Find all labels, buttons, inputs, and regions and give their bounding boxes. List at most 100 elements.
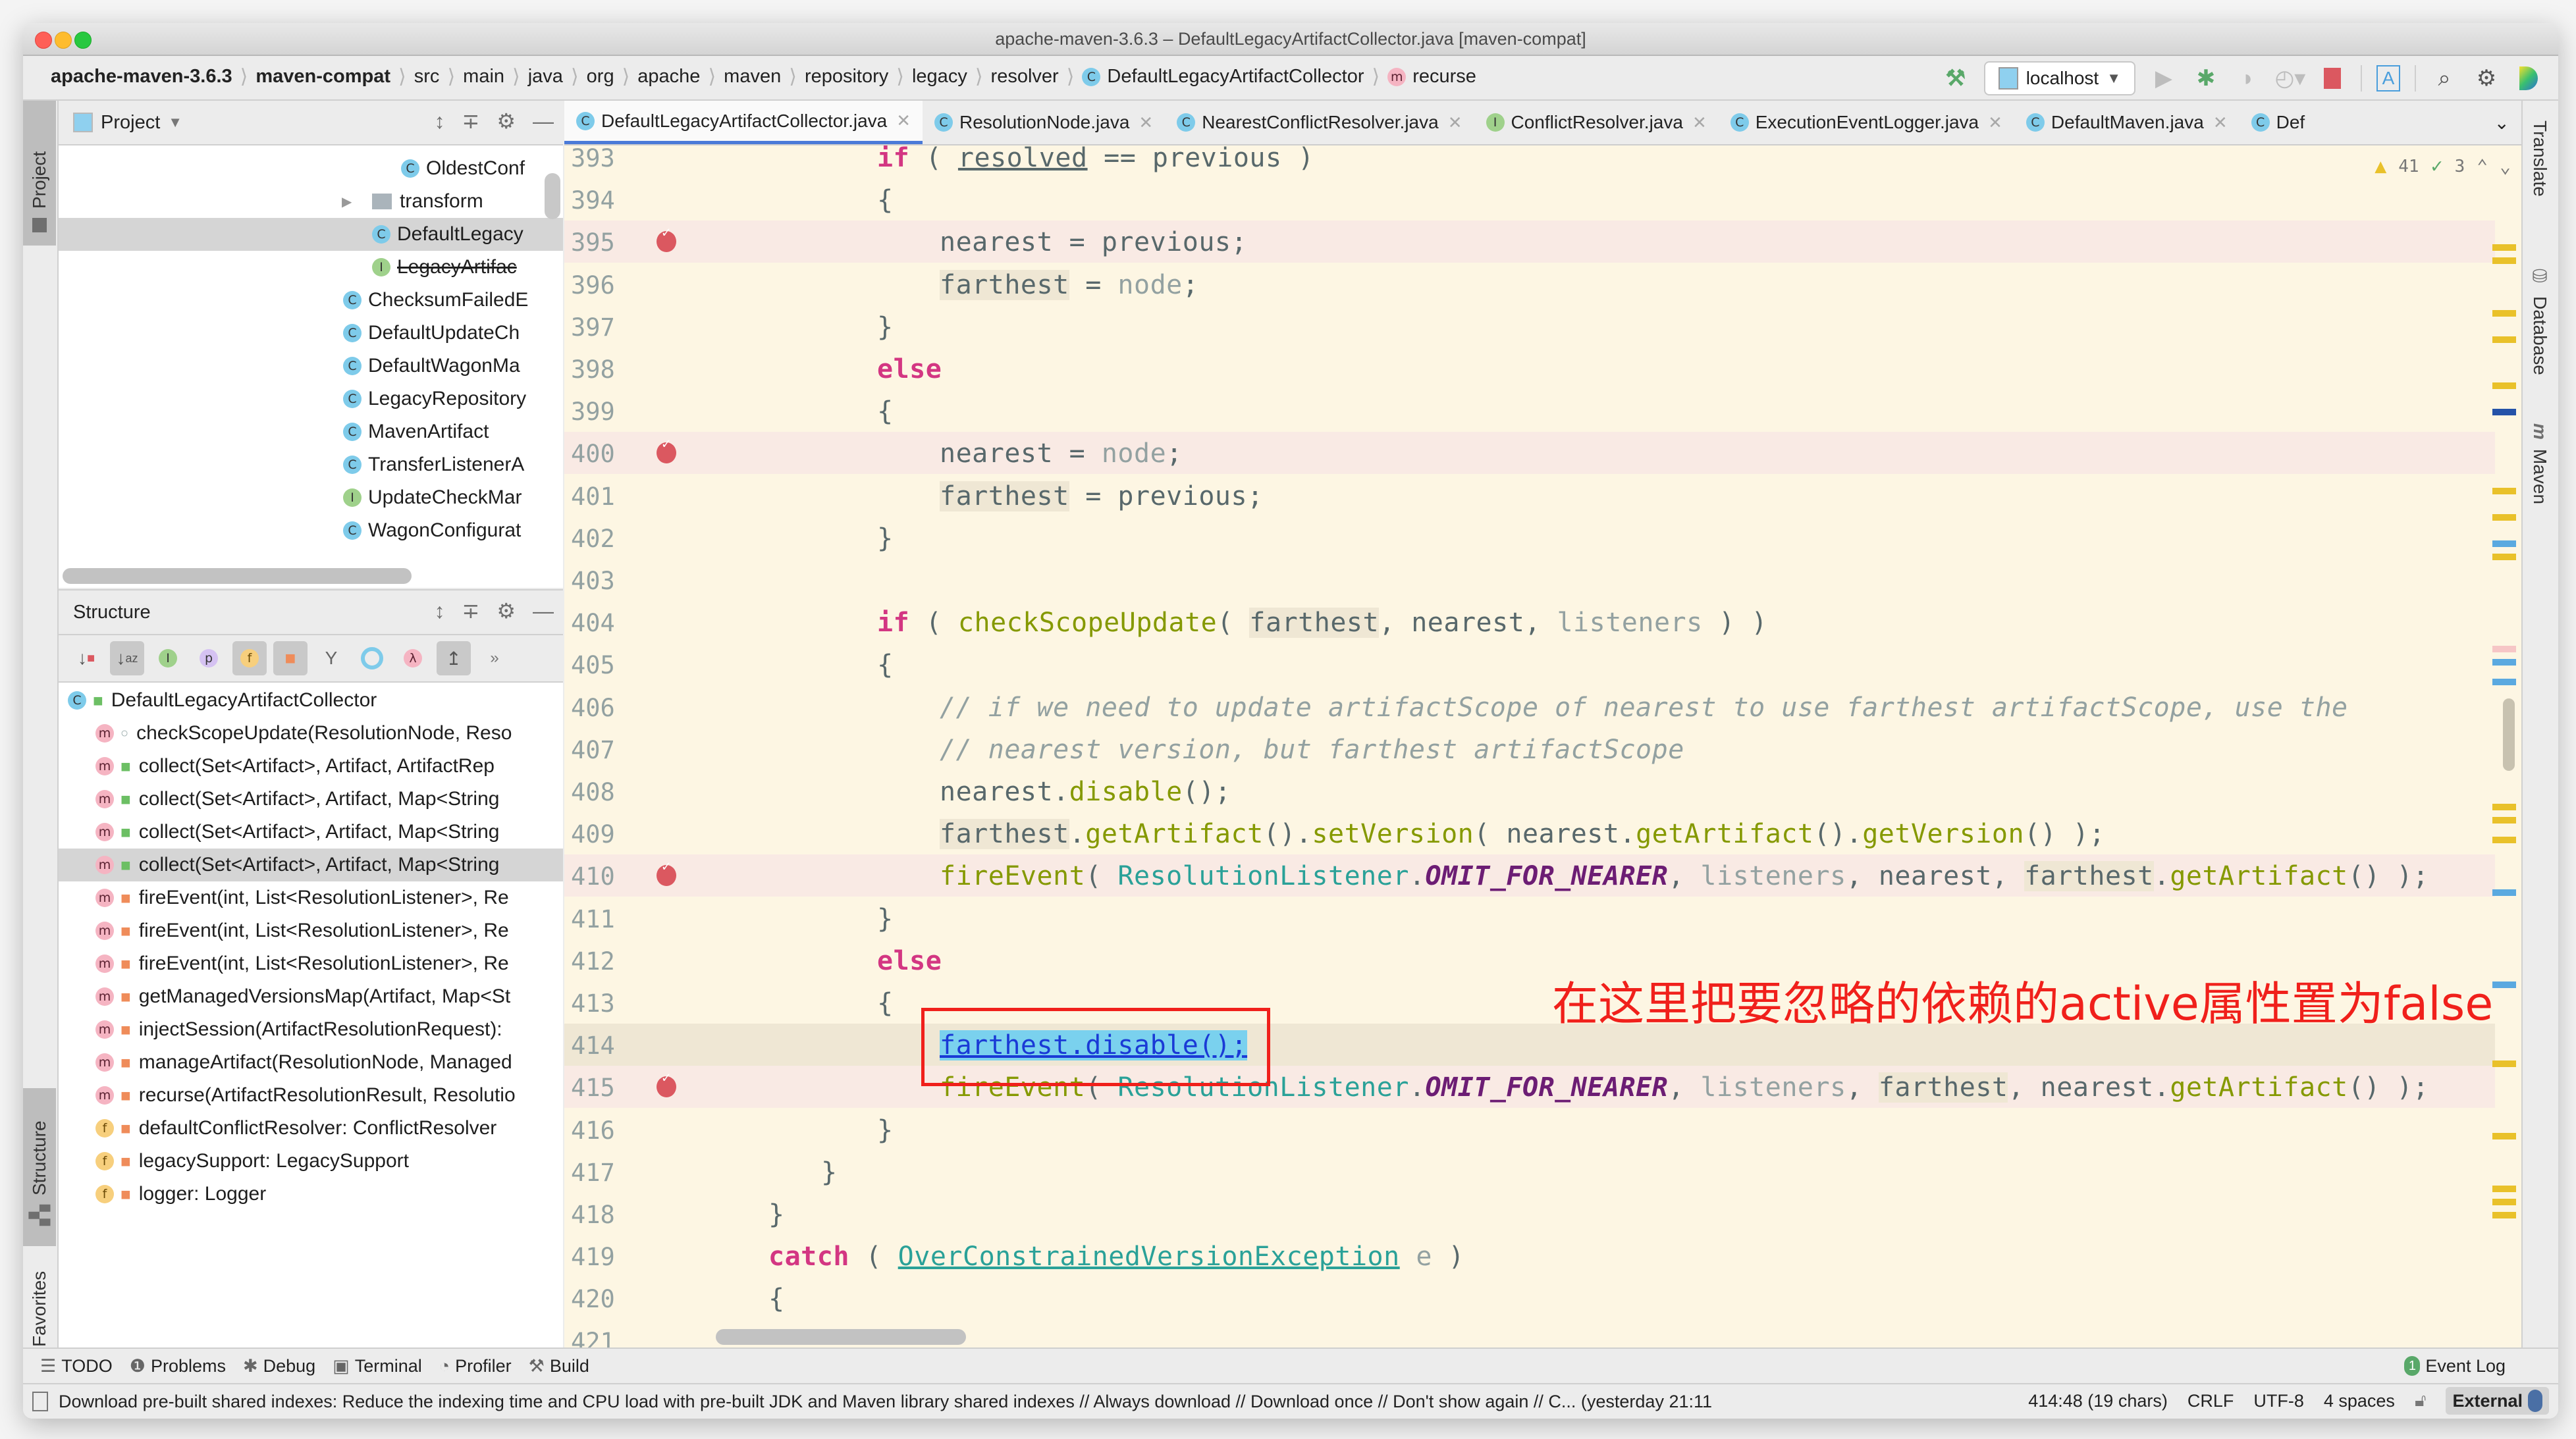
show-properties-icon[interactable]: p <box>192 641 226 675</box>
breakpoint-icon[interactable] <box>657 1070 676 1098</box>
line-separator[interactable]: CRLF <box>2187 1391 2234 1411</box>
vcs-widget[interactable]: External <box>2446 1387 2549 1415</box>
hide-panel-icon[interactable]: — <box>533 109 554 134</box>
close-tab-icon[interactable]: ✕ <box>1448 113 1462 133</box>
line-number[interactable]: 414 <box>571 1032 624 1060</box>
collapse-all-icon[interactable]: ∓ <box>462 109 480 134</box>
expand-arrow-icon[interactable]: ▶ <box>342 194 352 210</box>
breakpoint-icon[interactable] <box>657 224 676 253</box>
editor-horizontal-scrollbar[interactable] <box>716 1329 966 1345</box>
editor-tab[interactable]: C ExecutionEventLogger.java ✕ <box>1719 101 2014 144</box>
toolbox-icon[interactable] <box>2515 65 2542 92</box>
tool-window-button-problems[interactable]: ❶ Problems <box>130 1356 226 1376</box>
translate-tool-tab[interactable]: Translate <box>2523 120 2557 197</box>
line-number[interactable]: 404 <box>571 609 624 637</box>
more-options-icon[interactable]: » <box>477 641 512 675</box>
project-tool-tab[interactable]: Project <box>23 101 56 246</box>
project-vertical-scrollbar[interactable] <box>545 173 560 219</box>
error-stripe-marker[interactable] <box>2492 488 2516 494</box>
breakpoint-icon[interactable] <box>657 858 676 887</box>
structure-member[interactable]: m ○ checkScopeUpdate(ResolutionNode, Reso <box>59 717 563 750</box>
line-number[interactable]: 406 <box>571 694 624 722</box>
line-number[interactable]: 399 <box>571 398 624 426</box>
tool-window-button-debug[interactable]: ✱ Debug <box>243 1356 315 1376</box>
project-tree-item[interactable]: C DefaultLegacy <box>59 218 563 251</box>
error-stripe-marker[interactable] <box>2492 837 2516 843</box>
editor-tab[interactable]: C Def <box>2240 101 2317 144</box>
file-encoding[interactable]: UTF-8 <box>2253 1391 2304 1411</box>
gear-icon[interactable]: ⚙ <box>496 109 516 134</box>
structure-member[interactable]: m ■ getManagedVersionsMap(Artifact, Map<St <box>59 980 563 1013</box>
error-stripe-marker[interactable] <box>2492 554 2516 560</box>
sort-alphabetically-icon[interactable]: ↓ az <box>110 641 144 675</box>
project-view-selector[interactable]: Project ▼ <box>73 112 182 134</box>
expand-all-icon[interactable]: ↕ <box>435 109 445 134</box>
line-number[interactable]: 395 <box>571 228 624 257</box>
line-number[interactable]: 400 <box>571 440 624 468</box>
show-fields-icon[interactable]: f <box>232 641 267 675</box>
line-number[interactable]: 398 <box>571 355 624 384</box>
code-area[interactable]: ▲ 41 ✓ 3 ⌃ ⌄ 393 if ( resolved == previou… <box>564 145 2521 1349</box>
structure-member[interactable]: m ■ fireEvent(int, List<ResolutionListener… <box>59 881 563 914</box>
gear-icon[interactable]: ⚙ <box>496 598 516 623</box>
project-tree-item[interactable]: I LegacyArtifac <box>59 251 563 284</box>
error-stripe-marker[interactable] <box>2492 336 2516 343</box>
project-tree-item[interactable]: C TransferListenerA <box>59 448 563 481</box>
breadcrumb-item[interactable]: apache-maven-3.6.3 <box>44 66 239 88</box>
structure-member[interactable]: m ■ collect(Set<Artifact>, Artifact, Map<S… <box>59 849 563 881</box>
structure-member[interactable]: m ■ manageArtifact(ResolutionNode, Managed <box>59 1046 563 1079</box>
autoscroll-from-source-icon[interactable]: ↥ <box>437 641 471 675</box>
breadcrumb-item[interactable]: repository <box>798 66 895 88</box>
line-number[interactable]: 411 <box>571 905 624 933</box>
editor-tab[interactable]: I ConflictResolver.java ✕ <box>1474 101 1719 144</box>
indent-setting[interactable]: 4 spaces <box>2324 1391 2395 1411</box>
structure-member[interactable]: m ■ injectSession(ArtifactResolutionReques… <box>59 1013 563 1046</box>
error-stripe-marker[interactable] <box>2492 659 2516 666</box>
run-configuration-select[interactable]: localhost ▼ <box>1983 61 2135 95</box>
coverage-icon[interactable]: ◗ <box>2234 65 2262 92</box>
show-lambdas-circle-icon[interactable] <box>355 641 389 675</box>
line-number[interactable]: 421 <box>571 1328 624 1349</box>
line-number[interactable]: 401 <box>571 483 624 511</box>
sort-by-visibility-icon[interactable]: ↓ ■ <box>69 641 103 675</box>
line-number[interactable]: 417 <box>571 1159 624 1187</box>
error-stripe-marker[interactable] <box>2492 257 2516 264</box>
tool-window-button-todo[interactable]: ☰ TODO <box>40 1356 113 1376</box>
readonly-lock-icon[interactable]: 🔓︎ <box>2415 1390 2427 1411</box>
error-stripe-marker[interactable] <box>2492 1212 2516 1218</box>
line-number[interactable]: 415 <box>571 1074 624 1102</box>
structure-member[interactable]: m ■ recurse(ArtifactResolutionResult, Reso… <box>59 1079 563 1112</box>
breadcrumb-item[interactable]: maven <box>717 66 788 88</box>
editor-tab[interactable]: C NearestConflictResolver.java ✕ <box>1165 101 1474 144</box>
maven-tool-tab[interactable]: m Maven <box>2523 423 2557 504</box>
hide-panel-icon[interactable]: — <box>533 599 554 623</box>
close-tab-icon[interactable]: ✕ <box>1692 113 1707 133</box>
line-number[interactable]: 418 <box>571 1201 624 1229</box>
structure-member[interactable]: f ■ logger: Logger <box>59 1178 563 1211</box>
line-number[interactable]: 409 <box>571 820 624 849</box>
project-tree-item[interactable]: C OldestConf <box>59 152 563 185</box>
error-stripe-marker[interactable] <box>2492 679 2516 685</box>
structure-tool-tab[interactable]: ▗▚ Structure <box>23 1088 56 1246</box>
build-hammer-icon[interactable]: ⚒ <box>1942 65 1970 92</box>
error-stripe-marker[interactable] <box>2492 1199 2516 1205</box>
close-tab-icon[interactable]: ✕ <box>1988 113 2002 133</box>
breakpoint-icon[interactable] <box>657 436 676 464</box>
breadcrumb-item[interactable]: src <box>408 66 446 88</box>
show-non-public-icon[interactable]: ■ <box>273 641 308 675</box>
error-stripe-marker[interactable] <box>2492 804 2516 810</box>
project-tree-item[interactable]: C ChecksumFailedE <box>59 284 563 317</box>
structure-member[interactable]: f ■ defaultConflictResolver: ConflictResol… <box>59 1112 563 1145</box>
error-stripe-marker[interactable] <box>2492 514 2516 521</box>
editor-tab[interactable]: C DefaultMaven.java ✕ <box>2014 101 2240 144</box>
caret-position[interactable]: 414:48 (19 chars) <box>2028 1391 2168 1411</box>
breadcrumb-item[interactable]: main <box>456 66 511 88</box>
expand-all-icon[interactable]: ↕ <box>435 599 445 623</box>
close-tab-icon[interactable]: ✕ <box>896 111 911 131</box>
breadcrumb-item[interactable]: org <box>580 66 621 88</box>
structure-root-class[interactable]: C ■ DefaultLegacyArtifactCollector <box>59 684 563 717</box>
line-number[interactable]: 405 <box>571 651 624 679</box>
line-number[interactable]: 416 <box>571 1116 624 1145</box>
error-stripe-marker[interactable] <box>2492 310 2516 317</box>
tool-window-button-terminal[interactable]: ▣ Terminal <box>333 1356 422 1376</box>
